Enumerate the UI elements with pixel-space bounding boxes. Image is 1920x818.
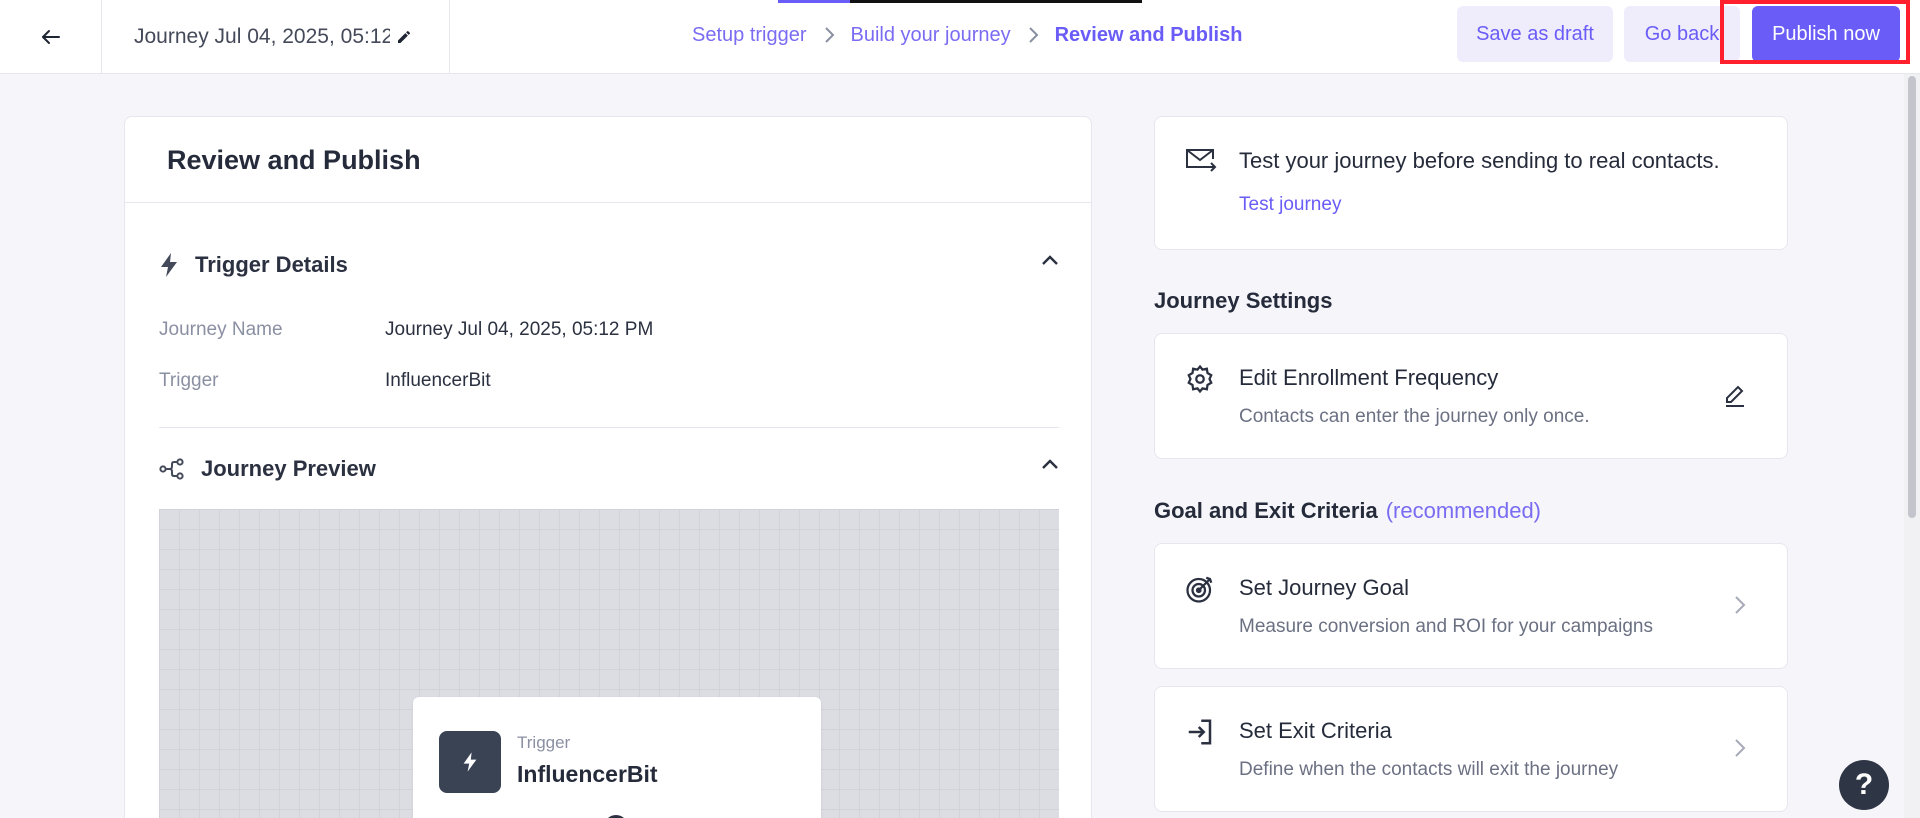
- trigger-value: InfluencerBit: [385, 370, 491, 391]
- journey-name-key: Journey Name: [159, 319, 283, 340]
- trigger-node-name: InfluencerBit: [517, 761, 658, 787]
- chevron-up-icon[interactable]: [1041, 253, 1059, 271]
- test-journey-link[interactable]: Test journey: [1239, 194, 1341, 216]
- trigger-node-type: Trigger: [517, 733, 571, 752]
- journey-title[interactable]: Journey Jul 04, 2025, 05:12: [134, 25, 390, 49]
- test-journey-title: Test your journey before sending to real…: [1239, 148, 1720, 173]
- chevron-right-icon[interactable]: [1733, 594, 1747, 621]
- target-icon: [1185, 574, 1215, 609]
- trigger-key: Trigger: [159, 370, 219, 391]
- trigger-node-card[interactable]: Trigger InfluencerBit: [413, 697, 821, 818]
- arrow-left-icon: [41, 30, 60, 44]
- trigger-details-label: Trigger Details: [195, 252, 348, 277]
- bolt-icon: [161, 253, 177, 277]
- page-scrollbar[interactable]: [1904, 74, 1920, 818]
- exit-criteria-title: Set Exit Criteria: [1239, 718, 1392, 743]
- journey-goal-card[interactable]: Set Journey Goal Measure conversion and …: [1154, 543, 1788, 669]
- review-panel: Review and Publish Trigger Details Journ…: [124, 116, 1092, 818]
- chevron-right-icon: [1027, 26, 1039, 44]
- recommended-tag: (recommended): [1385, 498, 1542, 523]
- chevron-right-icon: [823, 26, 835, 44]
- chevron-right-icon[interactable]: [1733, 737, 1747, 764]
- chevron-up-icon[interactable]: [1041, 457, 1059, 475]
- flow-icon: [159, 458, 184, 480]
- journey-title-area[interactable]: Journey Jul 04, 2025, 05:12: [102, 0, 450, 74]
- journey-goal-title: Set Journey Goal: [1239, 575, 1409, 600]
- help-button[interactable]: ?: [1839, 760, 1889, 810]
- section-divider: [159, 427, 1059, 428]
- journey-settings-heading: Journey Settings: [1154, 288, 1333, 313]
- goal-exit-heading: Goal and Exit Criteria (recommended): [1154, 498, 1541, 524]
- breadcrumb-review-publish[interactable]: Review and Publish: [1055, 24, 1243, 47]
- journey-preview-label: Journey Preview: [201, 456, 376, 481]
- exit-criteria-card[interactable]: Set Exit Criteria Define when the contac…: [1154, 686, 1788, 812]
- goal-exit-label: Goal and Exit Criteria: [1154, 498, 1378, 523]
- journey-goal-subtitle: Measure conversion and ROI for your camp…: [1239, 616, 1653, 637]
- breadcrumb-setup-trigger[interactable]: Setup trigger: [692, 24, 807, 47]
- journey-preview-canvas[interactable]: Trigger InfluencerBit: [159, 509, 1059, 818]
- bolt-icon: [439, 731, 501, 793]
- enrollment-title: Edit Enrollment Frequency: [1239, 365, 1499, 390]
- save-draft-button[interactable]: Save as draft: [1457, 6, 1613, 62]
- test-journey-card: Test your journey before sending to real…: [1154, 116, 1788, 250]
- top-bar: Journey Jul 04, 2025, 05:12 Setup trigge…: [0, 0, 1920, 74]
- exit-criteria-subtitle: Define when the contacts will exit the j…: [1239, 759, 1619, 780]
- pencil-icon[interactable]: [1723, 384, 1747, 413]
- panel-title: Review and Publish: [125, 117, 1091, 203]
- journey-preview-header[interactable]: Journey Preview: [159, 449, 1059, 489]
- enrollment-subtitle: Contacts can enter the journey only once…: [1239, 406, 1590, 427]
- journey-name-value: Journey Jul 04, 2025, 05:12 PM: [385, 319, 654, 340]
- back-arrow-button[interactable]: [0, 0, 102, 74]
- pencil-icon[interactable]: [396, 29, 412, 45]
- breadcrumb: Setup trigger Build your journey Review …: [692, 0, 1242, 70]
- exit-icon: [1185, 717, 1215, 752]
- gear-icon: [1185, 364, 1215, 399]
- enrollment-frequency-card[interactable]: Edit Enrollment Frequency Contacts can e…: [1154, 333, 1788, 459]
- publish-now-button[interactable]: Publish now: [1752, 6, 1900, 62]
- trigger-details-header[interactable]: Trigger Details: [159, 245, 1059, 285]
- go-back-button[interactable]: Go back: [1624, 6, 1740, 62]
- breadcrumb-build-journey[interactable]: Build your journey: [851, 24, 1011, 47]
- scrollbar-thumb[interactable]: [1908, 76, 1916, 518]
- mail-send-icon: [1185, 147, 1217, 178]
